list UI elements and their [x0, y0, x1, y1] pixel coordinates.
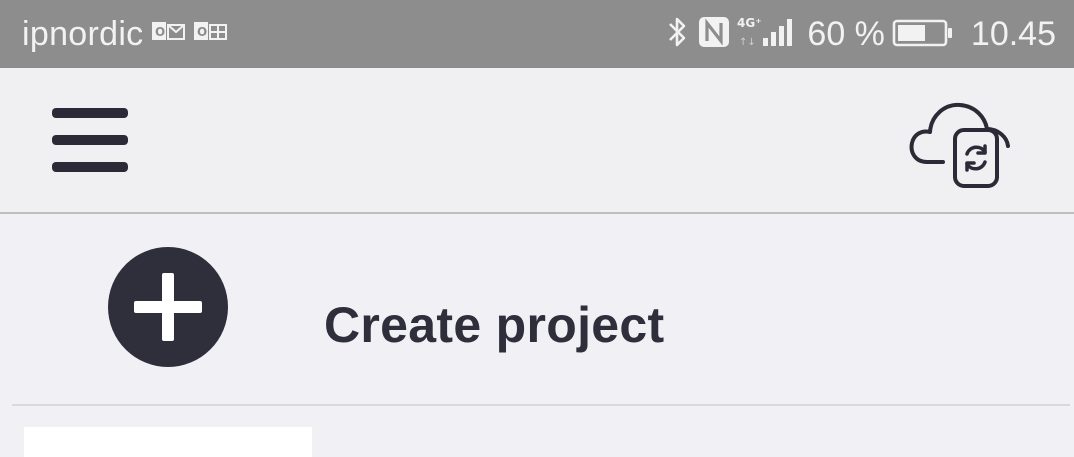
status-bar: ipnordic O O 4G⁺ ↑↓ 60 % 10.45	[0, 0, 1074, 68]
cloud-sync-icon	[909, 102, 1010, 188]
outlook-notification-icon: O	[151, 19, 186, 50]
svg-text:O: O	[197, 25, 207, 39]
office-notification-icon: O	[193, 19, 228, 50]
svg-text:O: O	[155, 25, 165, 39]
menu-icon-bar	[52, 162, 128, 172]
battery-percent: 60 %	[807, 14, 885, 53]
menu-button[interactable]	[50, 106, 130, 174]
cloud-sync-button[interactable]	[905, 92, 1015, 192]
bluetooth-icon	[665, 14, 691, 55]
menu-icon-bar	[52, 135, 128, 145]
nfc-icon	[697, 14, 731, 55]
svg-text:↑↓: ↑↓	[739, 37, 756, 48]
network-type-label: 4G⁺	[737, 16, 762, 30]
menu-icon-bar	[52, 108, 128, 118]
app-bar	[0, 68, 1074, 214]
list-divider	[12, 404, 1070, 406]
carrier-name: ipnordic	[22, 14, 144, 53]
battery-icon	[891, 14, 955, 55]
clock: 10.45	[970, 14, 1056, 53]
project-card[interactable]	[24, 427, 312, 457]
signal-icon: 4G⁺ ↑↓	[737, 14, 797, 55]
create-project-row[interactable]: Create project	[12, 228, 1070, 406]
plus-circle-icon	[108, 247, 228, 367]
create-project-label: Create project	[324, 297, 665, 353]
status-right: 4G⁺ ↑↓ 60 % 10.45	[665, 0, 1056, 68]
status-left: ipnordic O O	[22, 0, 228, 68]
project-list: Create project	[0, 214, 1074, 457]
